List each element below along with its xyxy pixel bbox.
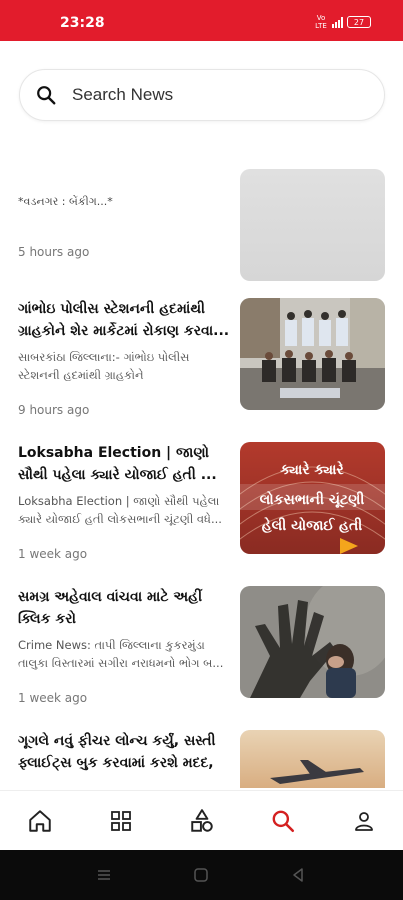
- police-group-photo: [240, 298, 385, 410]
- categories-icon: [111, 811, 131, 831]
- news-description: *વડનગર : બેંકીગ...*: [18, 195, 113, 208]
- news-thumbnail[interactable]: [240, 298, 385, 410]
- home-icon: [29, 810, 51, 832]
- news-item[interactable]: *વડનગર : બેંકીગ...* 5 hours ago: [0, 169, 403, 299]
- news-time: 1 week ago: [18, 547, 88, 561]
- status-bar: 23:28 Vo LTE 27: [0, 0, 403, 41]
- news-title[interactable]: ગૂગલે નવું ફીચર લોન્ચ કર્યું, સસ્તી ફ્લા…: [18, 730, 230, 774]
- image-caption-line-1: ક્યારે ક્યારે: [280, 460, 344, 478]
- nav-shapes[interactable]: [188, 807, 216, 835]
- news-thumbnail[interactable]: ક્યારે ક્યારે લોકસભાની ચૂંટણી હેલી યોજાઈ…: [240, 442, 385, 554]
- news-item[interactable]: Loksabha Election | જાણો સૌથી પહેલા ક્યા…: [0, 442, 403, 572]
- back-icon[interactable]: [290, 867, 306, 883]
- nav-search[interactable]: [269, 807, 297, 835]
- battery-level: 27: [353, 17, 365, 27]
- news-description: Loksabha Election | જાણો સૌથી પહેલા ક્યા…: [18, 494, 222, 526]
- bottom-navigation: [0, 790, 403, 850]
- news-item[interactable]: ગાંભોઇ પોલીસ સ્ટેશનની હદમાંથી ગ્રાહકોને …: [0, 298, 403, 428]
- status-time: 23:28: [60, 15, 105, 31]
- search-input[interactable]: [72, 85, 342, 105]
- status-icons: Vo LTE 27: [314, 14, 371, 30]
- news-time: 9 hours ago: [18, 403, 90, 417]
- nav-home[interactable]: [26, 807, 54, 835]
- nav-profile[interactable]: [350, 807, 378, 835]
- news-item[interactable]: ગૂગલે નવું ફીચર લોન્ચ કર્યું, સસ્તી ફ્લા…: [0, 730, 403, 788]
- search-icon: [34, 83, 58, 107]
- news-list: *વડનગર : બેંકીગ...* 5 hours ago ગાંભોઇ પ…: [0, 140, 403, 788]
- image-caption-line-2: લોકસભાની ચૂંટણી: [260, 490, 365, 508]
- news-thumbnail[interactable]: [240, 586, 385, 698]
- news-description: સાબરકાંઠા જિલ્લાના:- ગાંભોઇ પોલીસ સ્ટેશન…: [18, 350, 190, 382]
- volte-indicator: Vo LTE: [315, 14, 327, 30]
- parliament-graphic: ક્યારે ક્યારે લોકસભાની ચૂંટણી હેલી યોજાઈ…: [240, 442, 385, 554]
- profile-icon: [355, 812, 373, 831]
- nav-categories[interactable]: [107, 807, 135, 835]
- image-caption-line-3: હેલી યોજાઈ હતી: [262, 516, 363, 534]
- news-thumbnail[interactable]: [240, 169, 385, 281]
- shapes-icon: [191, 809, 213, 832]
- airplane-sunset: [240, 730, 385, 788]
- news-title[interactable]: ગાંભોઇ પોલીસ સ્ટેશનની હદમાંથી ગ્રાહકોને …: [18, 298, 230, 342]
- news-time: 1 week ago: [18, 691, 88, 705]
- home-button-icon[interactable]: [193, 867, 209, 883]
- news-description: ...: [18, 780, 230, 788]
- placeholder-image: [240, 169, 385, 281]
- news-title[interactable]: Loksabha Election | જાણો સૌથી પહેલા ક્યા…: [18, 442, 230, 486]
- news-description: Crime News: તાપી જિલ્લાના કુકરમુંડા તાલુ…: [18, 638, 224, 670]
- recents-icon[interactable]: [96, 867, 112, 883]
- search-bar[interactable]: [19, 69, 385, 121]
- news-title[interactable]: સમગ્ર અહેવાલ વાંચવા માટે અહીં ક્લિક કરો: [18, 586, 230, 630]
- search-icon: [272, 810, 295, 833]
- battery-icon: 27: [347, 16, 371, 28]
- signal-icon: [332, 16, 343, 28]
- news-item[interactable]: સમગ્ર અહેવાલ વાંચવા માટે અહીં ક્લિક કરો …: [0, 586, 403, 716]
- news-time: 5 hours ago: [18, 245, 90, 259]
- system-navigation-bar: [0, 850, 403, 900]
- news-thumbnail[interactable]: [240, 730, 385, 788]
- shadow-hand-child: [240, 586, 385, 698]
